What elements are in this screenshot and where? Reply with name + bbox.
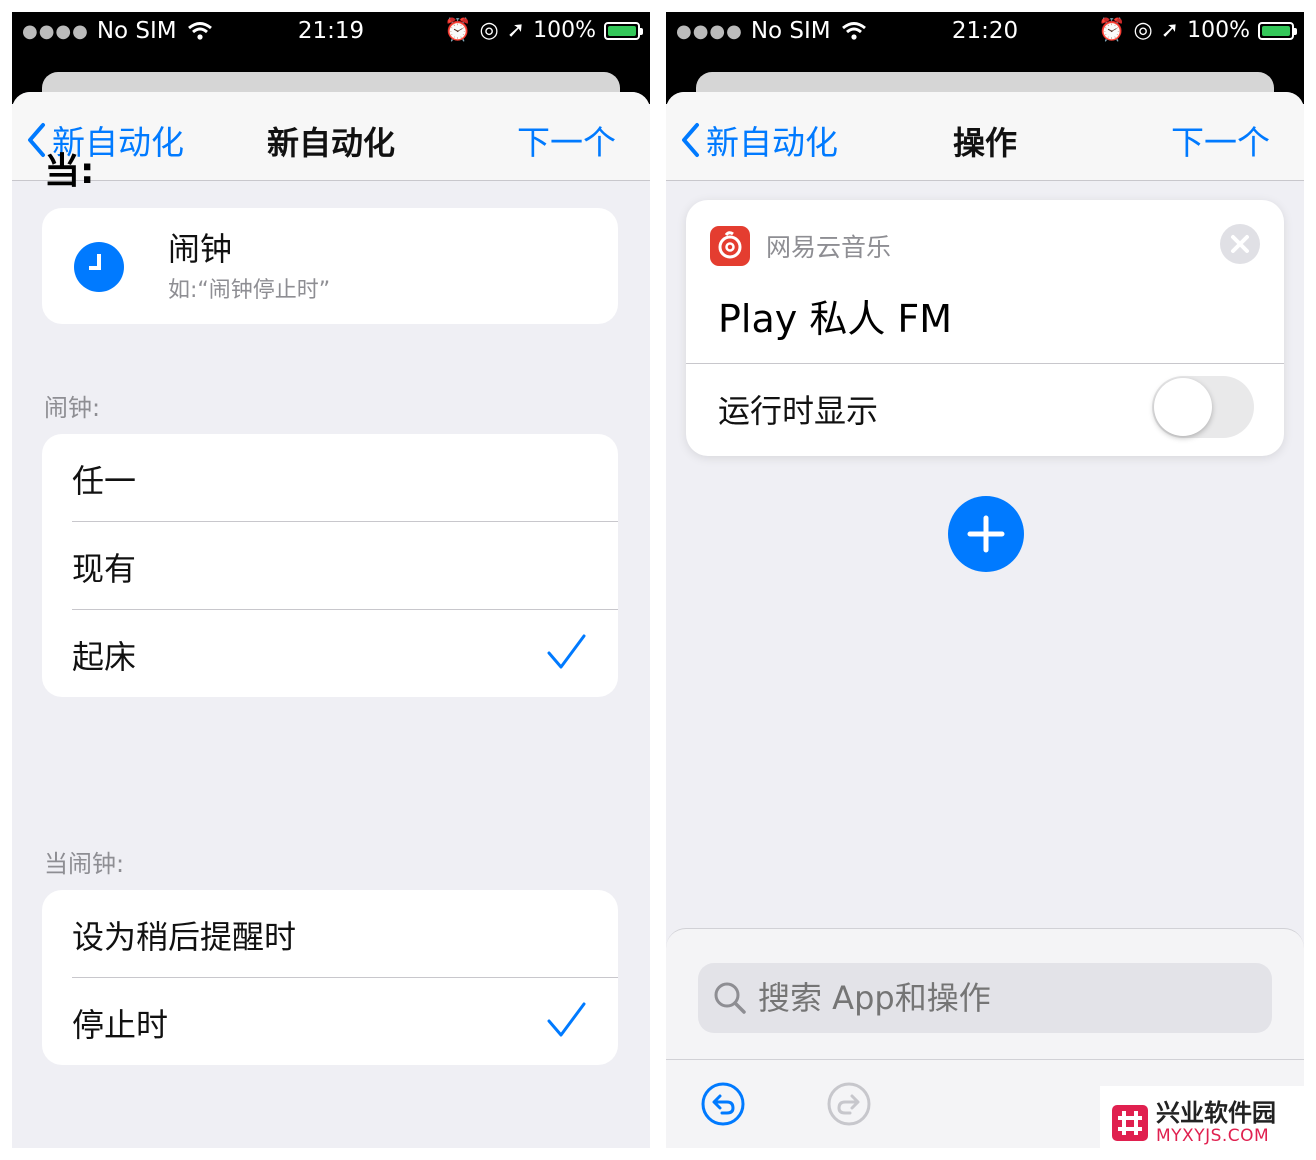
location-icon: ➚ — [1160, 18, 1180, 43]
netease-music-app-icon — [710, 226, 750, 266]
watermark: 兴业软件园 MYXYJS.COM — [1100, 1086, 1316, 1160]
add-action-button[interactable] — [948, 496, 1024, 572]
left-phone-screen: ●●●● No SIM 21:19 ⏰ ◎ ➚ 100% 新自动化 新自动化 下… — [12, 12, 650, 1148]
plus-icon — [967, 515, 1005, 553]
chevron-left-icon — [28, 123, 45, 157]
option-label: 停止时 — [72, 1006, 169, 1044]
toggle-knob — [1154, 378, 1212, 436]
clock-icon — [74, 242, 124, 292]
watermark-en: MYXYJS.COM — [1156, 1126, 1270, 1146]
when-alarm-options-list: 设为稍后提醒时 停止时 — [42, 890, 618, 1065]
search-bar[interactable] — [698, 963, 1272, 1033]
battery-percent: 100% — [533, 18, 596, 43]
divider — [686, 363, 1284, 364]
watermark-logo-icon — [1112, 1105, 1148, 1141]
modal-sheet: 新自动化 新自动化 下一个 当: 闹钟 如:“闹钟停止时” 闹钟: 任一 现有 … — [12, 92, 650, 1148]
redo-icon[interactable] — [826, 1081, 872, 1127]
when-alarm-option-stopped[interactable]: 停止时 — [72, 978, 618, 1065]
alarm-option-wake-up[interactable]: 起床 — [72, 610, 618, 697]
remove-action-button[interactable] — [1220, 224, 1260, 264]
next-button[interactable]: 下一个 — [517, 116, 616, 164]
alarm-section-header: 闹钟: — [44, 394, 101, 422]
next-button[interactable]: 下一个 — [1171, 116, 1270, 164]
rotation-lock-icon: ◎ — [1133, 18, 1153, 43]
action-card: 网易云音乐 Play 私人 FM 运行时显示 — [686, 200, 1284, 456]
when-alarm-option-snoozed[interactable]: 设为稍后提醒时 — [72, 890, 618, 978]
location-icon: ➚ — [506, 18, 526, 43]
alarm-icon: ⏰ — [444, 18, 472, 43]
divider — [666, 1059, 1304, 1060]
when-alarm-section-header: 当闹钟: — [44, 850, 125, 878]
chevron-left-icon — [682, 123, 699, 157]
back-button[interactable]: 新自动化 — [680, 116, 838, 164]
option-label: 设为稍后提醒时 — [72, 918, 297, 956]
alarm-option-any[interactable]: 任一 — [72, 434, 618, 522]
nav-bar: 新自动化 操作 下一个 — [666, 92, 1304, 181]
option-label: 起床 — [72, 638, 137, 676]
undo-icon[interactable] — [700, 1081, 746, 1127]
option-label: 任一 — [72, 462, 137, 500]
battery-percent: 100% — [1187, 18, 1250, 43]
modal-sheet: 新自动化 操作 下一个 网易云音乐 Play 私人 FM 运行时显示 — [666, 92, 1304, 1148]
option-label: 现有 — [72, 550, 137, 588]
trigger-subtitle: 如:“闹钟停止时” — [168, 278, 331, 303]
trigger-card[interactable]: 闹钟 如:“闹钟停止时” — [42, 208, 618, 324]
search-input[interactable] — [756, 973, 1200, 1023]
right-phone-screen: ●●●● No SIM 21:20 ⏰ ◎ ➚ 100% 新自动化 操作 下一个 — [666, 12, 1304, 1148]
alarm-options-list: 任一 现有 起床 — [42, 434, 618, 697]
action-title[interactable]: Play 私人 FM — [718, 288, 952, 343]
app-name: 网易云音乐 — [766, 233, 892, 262]
watermark-cn: 兴业软件园 — [1156, 1099, 1276, 1127]
trigger-title: 闹钟 — [168, 230, 233, 268]
alarm-option-existing[interactable]: 现有 — [72, 522, 618, 610]
show-when-run-toggle[interactable] — [1152, 376, 1254, 438]
close-icon — [1231, 235, 1249, 253]
rotation-lock-icon: ◎ — [479, 18, 499, 43]
checkmark-icon — [547, 1002, 586, 1037]
nav-bar: 新自动化 新自动化 下一个 — [12, 92, 650, 181]
search-icon — [714, 982, 746, 1014]
when-label: 当: — [44, 151, 95, 192]
alarm-icon: ⏰ — [1098, 18, 1126, 43]
back-label: 新自动化 — [706, 123, 838, 162]
battery-icon — [604, 21, 643, 40]
battery-icon — [1258, 21, 1297, 40]
checkmark-icon — [547, 634, 586, 669]
show-when-run-label: 运行时显示 — [718, 392, 879, 430]
